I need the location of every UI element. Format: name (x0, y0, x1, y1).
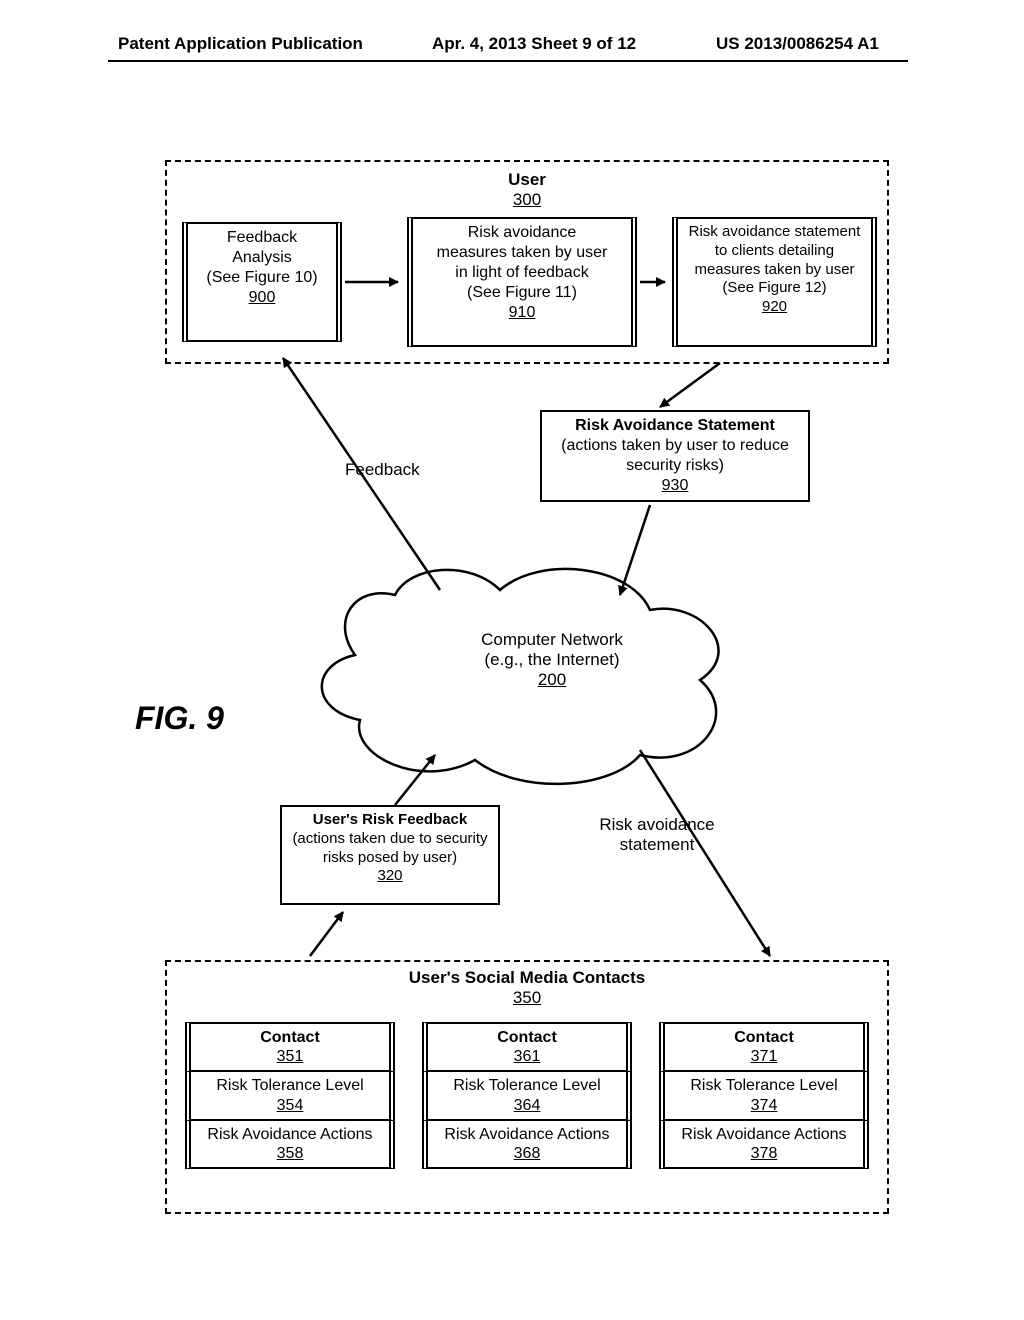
contact-2-rtl: Risk Tolerance Level 364 (422, 1072, 632, 1120)
ras-title: Risk Avoidance Statement (575, 417, 775, 434)
contact-1-rtl: Risk Tolerance Level 354 (185, 1072, 395, 1120)
rm-ref: 910 (509, 304, 536, 321)
contact-2-raa: Risk Avoidance Actions 368 (422, 1121, 632, 1169)
contact-3-raa: Risk Avoidance Actions 378 (659, 1121, 869, 1169)
risk-statement-box: Risk avoidance statement to clients deta… (672, 217, 877, 347)
rs-l4: (See Figure 12) (722, 279, 826, 296)
rs-ref: 920 (762, 298, 787, 315)
c2-contact: Contact (497, 1029, 557, 1046)
c1-rtlref: 354 (277, 1097, 304, 1114)
figure-label: FIG. 9 (135, 700, 224, 737)
c2-raa: Risk Avoidance Actions (444, 1126, 609, 1143)
c3-raa: Risk Avoidance Actions (681, 1126, 846, 1143)
contact-col-2: Contact 361 Risk Tolerance Level 364 Ris… (422, 1022, 632, 1202)
user-title-text: User (508, 170, 546, 189)
c3-contact: Contact (734, 1029, 794, 1046)
ras-box: Risk Avoidance Statement (actions taken … (540, 410, 810, 502)
ras-desc: (actions taken by user to reduce securit… (561, 437, 789, 474)
fa-l1: Feedback (227, 229, 297, 246)
urf-title: User's Risk Feedback (313, 811, 467, 828)
rs-l2: to clients detailing (715, 242, 834, 259)
contact-2-header: Contact 361 (422, 1022, 632, 1072)
user-panel: User 300 Feedback Analysis (See Figure 1… (165, 160, 889, 364)
cloud-l1: Computer Network (481, 630, 623, 649)
feedback-label: Feedback (345, 460, 420, 480)
c1-contact: Contact (260, 1029, 320, 1046)
header-left: Patent Application Publication (118, 34, 363, 54)
c3-rtlref: 374 (751, 1097, 778, 1114)
c1-raaref: 358 (277, 1145, 304, 1162)
cloud-label: Computer Network (e.g., the Internet) 20… (452, 630, 652, 690)
c2-cref: 361 (514, 1048, 541, 1065)
fa-ref: 900 (249, 289, 276, 306)
c1-cref: 351 (277, 1048, 304, 1065)
c1-raa: Risk Avoidance Actions (207, 1126, 372, 1143)
contact-3-rtl: Risk Tolerance Level 374 (659, 1072, 869, 1120)
rs-l1: Risk avoidance statement (689, 223, 861, 240)
urf-box: User's Risk Feedback (actions taken due … (280, 805, 500, 905)
contact-col-3: Contact 371 Risk Tolerance Level 374 Ris… (659, 1022, 869, 1202)
header-right: US 2013/0086254 A1 (716, 34, 879, 54)
c2-raaref: 368 (514, 1145, 541, 1162)
rm-l4: (See Figure 11) (467, 284, 577, 301)
c3-raaref: 378 (751, 1145, 778, 1162)
fa-l2: Analysis (232, 249, 292, 266)
contacts-panel-title: User's Social Media Contacts 350 (167, 968, 887, 1008)
rm-l3: in light of feedback (455, 264, 588, 281)
contacts-title-text: User's Social Media Contacts (409, 968, 645, 987)
urf-desc: (actions taken due to security risks pos… (292, 830, 487, 866)
ras-ref: 930 (662, 477, 689, 494)
page: Patent Application Publication Apr. 4, 2… (0, 0, 1024, 1320)
risk-measures-box: Risk avoidance measures taken by user in… (407, 217, 637, 347)
c2-rtlref: 364 (514, 1097, 541, 1114)
cloud-l2: (e.g., the Internet) (484, 650, 619, 669)
fa-l3: (See Figure 10) (206, 269, 317, 286)
contacts-title-ref: 350 (513, 988, 541, 1007)
rm-l2: measures taken by user (437, 244, 608, 261)
contact-col-1: Contact 351 Risk Tolerance Level 354 Ris… (185, 1022, 395, 1202)
contact-1-header: Contact 351 (185, 1022, 395, 1072)
feedback-analysis-box: Feedback Analysis (See Figure 10) 900 (182, 222, 342, 342)
contact-3-header: Contact 371 (659, 1022, 869, 1072)
header-mid: Apr. 4, 2013 Sheet 9 of 12 (432, 34, 636, 54)
header-rule (108, 60, 908, 62)
contact-1-raa: Risk Avoidance Actions 358 (185, 1121, 395, 1169)
c3-cref: 371 (751, 1048, 778, 1065)
c2-rtl: Risk Tolerance Level (453, 1077, 600, 1094)
rs-l3: measures taken by user (694, 261, 854, 278)
c1-rtl: Risk Tolerance Level (216, 1077, 363, 1094)
urf-ref: 320 (377, 867, 402, 884)
c3-rtl: Risk Tolerance Level (690, 1077, 837, 1094)
rm-l1: Risk avoidance (468, 224, 577, 241)
user-panel-title: User 300 (167, 170, 887, 210)
cloud-ref: 200 (538, 670, 566, 689)
contacts-panel: User's Social Media Contacts 350 Contact… (165, 960, 889, 1214)
ras-free-label: Risk avoidance statement (582, 815, 732, 855)
user-title-ref: 300 (513, 190, 541, 209)
